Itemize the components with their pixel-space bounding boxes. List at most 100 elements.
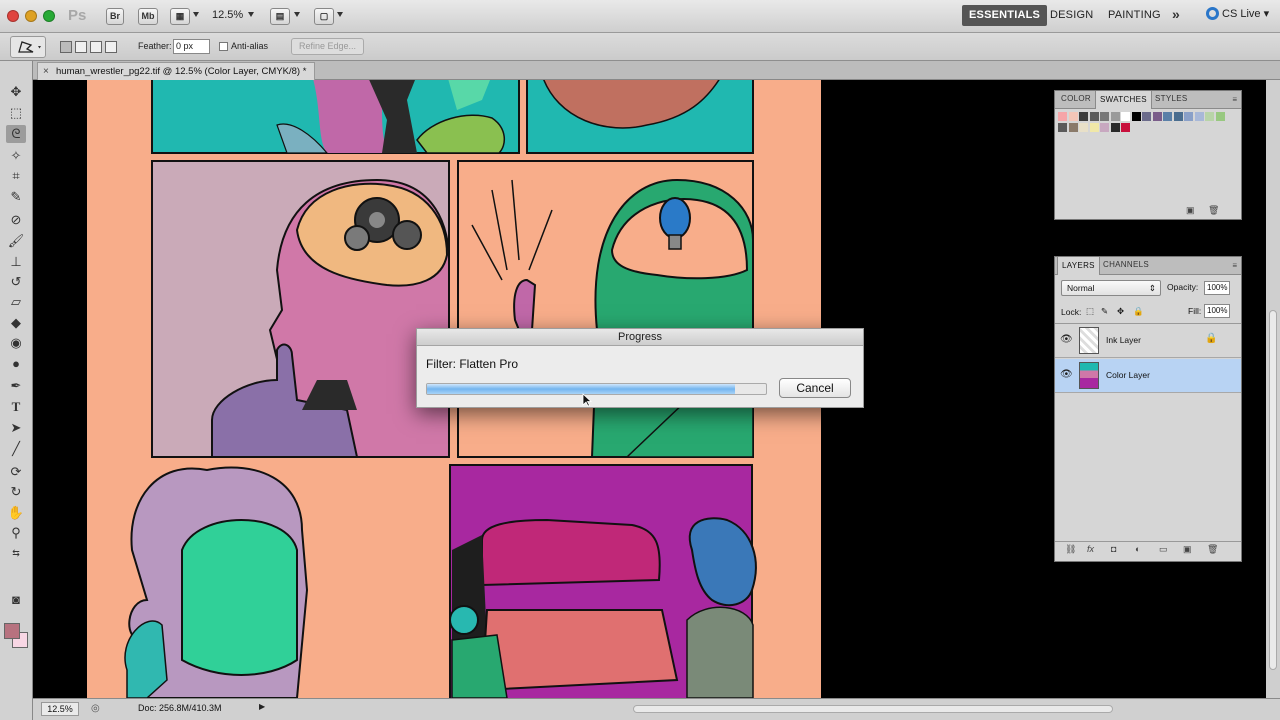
color-swatch[interactable] <box>1173 112 1183 121</box>
hand-tool-icon[interactable]: ✋ <box>6 504 26 522</box>
new-selection-icon[interactable] <box>60 41 72 53</box>
document-tab[interactable]: × human_wrestler_pg22.tif @ 12.5% (Color… <box>37 62 316 80</box>
pen-tool-icon[interactable]: ✒ <box>6 377 26 395</box>
color-swatch[interactable] <box>1068 122 1078 132</box>
eyedropper-tool-icon[interactable]: ✎ <box>6 188 26 206</box>
healing-brush-tool-icon[interactable]: ⊘ <box>6 211 26 229</box>
lock-transparent-icon[interactable]: ⬚ <box>1086 306 1094 317</box>
path-selection-tool-icon[interactable]: ➤ <box>6 419 26 437</box>
color-swatch[interactable] <box>1131 112 1141 121</box>
view-extras-button[interactable]: ▦ <box>170 8 190 25</box>
tab-layers[interactable]: LAYERS <box>1057 257 1100 275</box>
subtract-from-selection-icon[interactable] <box>90 41 102 53</box>
feather-input[interactable]: 0 px <box>173 39 210 54</box>
close-window-button[interactable] <box>7 10 19 22</box>
color-swatch[interactable] <box>1142 112 1151 121</box>
mini-bridge-button[interactable]: Mb <box>138 8 158 25</box>
vertical-scroll-thumb[interactable] <box>1269 310 1277 670</box>
add-mask-icon[interactable]: ◘ <box>1111 544 1116 554</box>
brush-tool-icon[interactable]: 🖌 <box>6 232 26 250</box>
swatches-panel-menu-icon[interactable]: ≡ <box>1232 95 1237 104</box>
color-swatch[interactable] <box>1079 112 1088 121</box>
tab-styles[interactable]: STYLES <box>1155 94 1187 103</box>
antialias-checkbox[interactable] <box>219 42 228 51</box>
arrange-documents-button[interactable]: ▤ <box>270 8 290 25</box>
blend-mode-select[interactable]: Normal ⇕ <box>1061 280 1161 296</box>
maximize-window-button[interactable] <box>43 10 55 22</box>
shape-tool-icon[interactable]: ╱ <box>6 440 26 458</box>
color-swatch[interactable] <box>1152 112 1162 121</box>
color-swatch[interactable] <box>1205 112 1214 121</box>
move-tool-icon[interactable]: ✥ <box>6 83 26 101</box>
workspace-design[interactable]: DESIGN <box>1050 9 1093 21</box>
color-swatch[interactable] <box>1100 122 1109 132</box>
screen-mode-dropdown-icon[interactable] <box>337 12 343 17</box>
tab-color[interactable]: COLOR <box>1061 94 1091 103</box>
workspace-painting[interactable]: PAINTING <box>1108 9 1161 21</box>
opacity-input[interactable]: 100% <box>1204 281 1230 295</box>
quick-selection-tool-icon[interactable]: ✧ <box>6 147 26 165</box>
add-to-selection-icon[interactable] <box>75 41 87 53</box>
layer-row-color[interactable]: 👁 Color Layer <box>1055 359 1241 393</box>
layer-row-ink[interactable]: 👁 Ink Layer 🔒 <box>1055 324 1241 358</box>
eraser-tool-icon[interactable]: ▱ <box>6 293 26 311</box>
delete-swatch-icon[interactable]: 🗑 <box>1208 205 1219 216</box>
zoom-level-dropdown[interactable]: 12.5% <box>212 9 243 21</box>
visibility-eye-icon[interactable]: 👁 <box>1060 335 1073 345</box>
color-swatch[interactable] <box>1110 122 1120 132</box>
color-swatch[interactable] <box>1089 122 1099 132</box>
more-workspaces-icon[interactable]: » <box>1172 6 1180 22</box>
lock-position-icon[interactable]: ✥ <box>1117 306 1124 317</box>
intersect-selection-icon[interactable] <box>105 41 117 53</box>
new-swatch-icon[interactable]: ▣ <box>1186 205 1195 216</box>
workspace-essentials[interactable]: ESSENTIALS <box>962 5 1048 26</box>
lock-image-icon[interactable]: ✎ <box>1101 306 1108 317</box>
status-info-icon[interactable]: ◎ <box>91 703 100 714</box>
lasso-tool-icon[interactable]: ᘓ <box>6 125 26 143</box>
fx-icon[interactable]: fx <box>1087 544 1094 554</box>
color-swatch[interactable] <box>1121 112 1130 121</box>
color-swatch[interactable] <box>1079 122 1088 132</box>
color-swatch[interactable] <box>1089 112 1099 121</box>
color-swatch[interactable] <box>1184 112 1193 121</box>
color-swatch[interactable] <box>1068 112 1078 121</box>
close-document-icon[interactable]: × <box>43 63 49 80</box>
lock-all-icon[interactable]: 🔒 <box>1133 306 1144 317</box>
status-zoom-field[interactable]: 12.5% <box>41 702 79 716</box>
refine-edge-button[interactable]: Refine Edge... <box>291 38 364 55</box>
type-tool-icon[interactable]: T <box>6 398 26 416</box>
vertical-scrollbar[interactable] <box>1266 80 1280 698</box>
color-swatch[interactable] <box>1215 112 1225 121</box>
color-swatch[interactable] <box>1100 112 1109 121</box>
minimize-window-button[interactable] <box>25 10 37 22</box>
3d-rotate-tool-icon[interactable]: ⟳ <box>6 463 26 481</box>
color-swatch[interactable] <box>1058 112 1067 121</box>
blur-tool-icon[interactable]: ◉ <box>6 334 26 352</box>
foreground-color-swatch[interactable] <box>4 623 20 639</box>
dodge-tool-icon[interactable]: ● <box>6 355 26 373</box>
arrange-dropdown-icon[interactable] <box>294 12 300 17</box>
paint-bucket-tool-icon[interactable]: ◆ <box>6 314 26 332</box>
crop-tool-icon[interactable]: ⌗ <box>6 167 26 185</box>
marquee-tool-icon[interactable]: ⬚ <box>6 104 26 122</box>
history-brush-tool-icon[interactable]: ↺ <box>6 273 26 291</box>
new-group-icon[interactable]: ▭ <box>1159 544 1168 555</box>
cs-live-menu[interactable]: CS Live ▾ <box>1206 7 1269 20</box>
cancel-button[interactable]: Cancel <box>779 378 851 398</box>
new-layer-icon[interactable]: ▣ <box>1183 544 1192 555</box>
screen-mode-button[interactable]: ▢ <box>314 8 334 25</box>
status-menu-arrow-icon[interactable]: ▶ <box>259 702 269 716</box>
clone-stamp-tool-icon[interactable]: ⊥ <box>6 253 26 271</box>
fill-input[interactable]: 100% <box>1204 304 1230 318</box>
horizontal-scrollbar[interactable] <box>633 705 1113 713</box>
zoom-dropdown-icon[interactable] <box>248 12 254 17</box>
color-swatch[interactable] <box>1194 112 1204 121</box>
zoom-tool-icon[interactable]: ⚲ <box>6 524 26 542</box>
tab-swatches[interactable]: SWATCHES <box>1095 91 1152 109</box>
adjustment-layer-icon[interactable]: ◐ <box>1135 544 1140 554</box>
visibility-eye-icon[interactable]: 👁 <box>1060 370 1073 380</box>
layers-panel-menu-icon[interactable]: ≡ <box>1232 261 1237 270</box>
tab-channels[interactable]: CHANNELS <box>1103 260 1149 269</box>
link-layers-icon[interactable]: ⛓ <box>1065 544 1076 555</box>
color-swatch[interactable] <box>1121 122 1130 132</box>
